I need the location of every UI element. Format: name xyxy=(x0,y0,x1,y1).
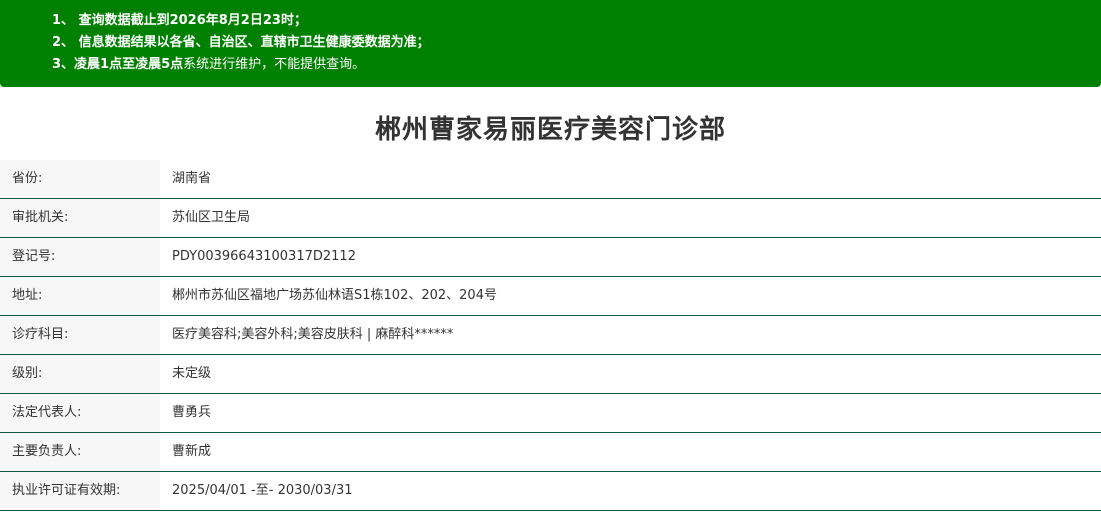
table-row-province: 省份: 湖南省 xyxy=(0,160,1101,199)
notice-line-1-prefix: 1、 xyxy=(52,13,75,28)
notice-line-2-text: 信息数据结果以各省、自治区、直辖市卫生健康委数据为准； xyxy=(78,35,430,50)
table-row-address: 地址: 郴州市苏仙区福地广场苏仙林语S1栋102、202、204号 xyxy=(0,277,1101,316)
row-label: 级别: xyxy=(0,355,160,393)
row-label: 省份: xyxy=(0,160,160,198)
row-value: 湖南省 xyxy=(172,171,212,186)
row-label: 登记号: xyxy=(0,238,160,276)
row-value: 未定级 xyxy=(172,366,212,381)
row-label: 主要负责人: xyxy=(0,433,160,471)
row-value: 郴州市苏仙区福地广场苏仙林语S1栋102、202、204号 xyxy=(172,288,497,303)
row-value: 苏仙区卫生局 xyxy=(172,210,251,225)
table-row-level: 级别: 未定级 xyxy=(0,355,1101,394)
page-title: 郴州曹家易丽医疗美容门诊部 xyxy=(374,115,726,145)
row-label: 执业许可证有效期: xyxy=(0,472,160,510)
notice-line-2: 2、 信息数据结果以各省、自治区、直辖市卫生健康委数据为准； xyxy=(52,32,1101,54)
row-label: 法定代表人: xyxy=(0,394,160,432)
row-label: 地址: xyxy=(0,277,160,315)
notice-line-3-bold-text: 凌晨1点至凌晨5点 xyxy=(74,57,184,72)
notice-line-1-text: 查询数据截止到2026年8月2日23时； xyxy=(78,13,307,28)
row-value: PDY00396643100317D2112 xyxy=(172,249,356,264)
notice-banner: 1、 查询数据截止到2026年8月2日23时； 2、 信息数据结果以各省、自治区… xyxy=(0,0,1101,87)
row-value: 医疗美容科;美容外科;美容皮肤科 | 麻醉科****** xyxy=(172,327,454,342)
table-row-license-validity: 执业许可证有效期: 2025/04/01 -至- 2030/03/31 xyxy=(0,472,1101,511)
info-table: 省份: 湖南省 审批机关: 苏仙区卫生局 登记号: PDY00396643100… xyxy=(0,160,1101,511)
table-row-legal-representative: 法定代表人: 曹勇兵 xyxy=(0,394,1101,433)
notice-line-2-prefix: 2、 xyxy=(52,35,75,50)
row-value: 2025/04/01 -至- 2030/03/31 xyxy=(172,483,353,498)
notice-line-3: 3、凌晨1点至凌晨5点系统进行维护，不能提供查询。 xyxy=(52,54,1101,76)
row-value: 曹新成 xyxy=(172,444,212,459)
table-row-registration-number: 登记号: PDY00396643100317D2112 xyxy=(0,238,1101,277)
notice-line-3-text: 系统进行维护，不能提供查询。 xyxy=(183,57,366,72)
table-row-approval-authority: 审批机关: 苏仙区卫生局 xyxy=(0,199,1101,238)
row-label: 审批机关: xyxy=(0,199,160,237)
notice-line-1: 1、 查询数据截止到2026年8月2日23时； xyxy=(52,10,1101,32)
table-row-departments: 诊疗科目: 医疗美容科;美容外科;美容皮肤科 | 麻醉科****** xyxy=(0,316,1101,355)
row-label: 诊疗科目: xyxy=(0,316,160,354)
table-row-principal: 主要负责人: 曹新成 xyxy=(0,433,1101,472)
row-value: 曹勇兵 xyxy=(172,405,212,420)
notice-line-3-prefix: 3、 xyxy=(52,57,75,72)
